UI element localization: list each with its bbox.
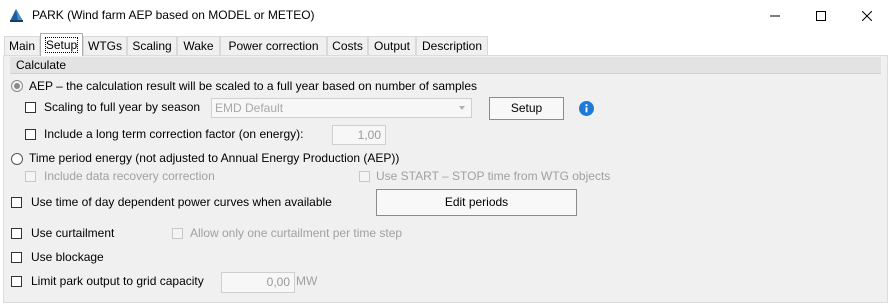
aep-radio[interactable]	[11, 80, 23, 92]
close-button[interactable]	[844, 0, 890, 31]
tab-label: Power correction	[228, 39, 319, 53]
tab-power-correction[interactable]: Power correction	[220, 36, 327, 55]
grid-capacity-field[interactable]: 0,00	[221, 272, 295, 293]
setup-button[interactable]: Setup	[489, 97, 564, 120]
tab-setup[interactable]: Setup	[40, 33, 83, 56]
curtailment-label: Use curtailment	[31, 226, 115, 240]
tab-label: WTGs	[88, 39, 122, 53]
windpro-app-icon	[9, 8, 24, 23]
tab-label: Description	[421, 39, 483, 53]
tab-label: Scaling	[132, 39, 172, 53]
chevron-down-icon	[459, 106, 465, 110]
season-combo[interactable]: EMD Default	[211, 98, 472, 118]
scaling-by-season-checkbox[interactable]	[25, 102, 36, 113]
tab-wtgs[interactable]: WTGs	[83, 36, 127, 55]
close-icon	[862, 10, 872, 21]
one-curtailment-checkbox[interactable]	[172, 228, 183, 239]
tab-costs[interactable]: Costs	[327, 36, 368, 55]
blockage-checkbox[interactable]	[11, 252, 22, 263]
tab-wake[interactable]: Wake	[177, 36, 220, 55]
tab-output[interactable]: Output	[368, 36, 416, 55]
group-divider	[10, 73, 881, 74]
grid-capacity-label: Limit park output to grid capacity	[31, 274, 204, 288]
start-stop-checkbox[interactable]	[359, 171, 370, 182]
time-period-radio-label: Time period energy (not adjusted to Annu…	[29, 151, 400, 165]
tab-label: Wake	[183, 39, 214, 53]
maximize-button[interactable]	[798, 0, 844, 31]
minimize-icon	[770, 15, 780, 16]
data-recovery-checkbox[interactable]	[25, 171, 36, 182]
time-of-day-checkbox[interactable]	[11, 197, 22, 208]
start-stop-label: Use START – STOP time from WTG objects	[376, 169, 611, 183]
tab-bar: Main Setup WTGs Scaling Wake Power corre…	[0, 32, 892, 56]
time-of-day-label: Use time of day dependent power curves w…	[31, 195, 332, 209]
tab-scaling[interactable]: Scaling	[127, 36, 177, 55]
title-bar[interactable]: PARK (Wind farm AEP based on MODEL or ME…	[0, 0, 892, 31]
window-title: PARK (Wind farm AEP based on MODEL or ME…	[32, 8, 315, 22]
aep-radio-label: AEP – the calculation result will be sca…	[29, 79, 478, 93]
long-term-correction-checkbox[interactable]	[25, 129, 36, 140]
grid-capacity-checkbox[interactable]	[11, 276, 22, 287]
setup-panel: Calculate AEP – the calculation result w…	[3, 55, 888, 303]
tab-main[interactable]: Main	[4, 36, 40, 55]
season-combo-value: EMD Default	[215, 101, 284, 115]
curtailment-checkbox[interactable]	[11, 228, 22, 239]
data-recovery-label: Include data recovery correction	[44, 169, 215, 183]
tab-label: Setup	[44, 37, 79, 53]
radio-selected-dot	[14, 83, 20, 89]
long-term-correction-label: Include a long term correction factor (o…	[44, 127, 304, 141]
park-window: PARK (Wind farm AEP based on MODEL or ME…	[0, 0, 892, 305]
minimize-button[interactable]	[752, 0, 798, 31]
edit-periods-button[interactable]: Edit periods	[376, 189, 577, 216]
scaling-by-season-label: Scaling to full year by season	[44, 100, 201, 114]
tab-label: Output	[373, 39, 411, 53]
tab-description[interactable]: Description	[416, 36, 488, 55]
one-curtailment-label: Allow only one curtailment per time step	[190, 226, 403, 240]
tab-label: Main	[8, 39, 35, 53]
info-icon[interactable]	[579, 101, 594, 116]
calculate-group-title: Calculate	[10, 57, 881, 73]
grid-capacity-unit: MW	[296, 274, 318, 288]
long-term-factor-field[interactable]: 1,00	[332, 125, 386, 145]
blockage-label: Use blockage	[31, 250, 104, 264]
maximize-icon	[816, 10, 826, 21]
time-period-radio[interactable]	[11, 153, 23, 165]
tab-label: Costs	[332, 39, 363, 53]
